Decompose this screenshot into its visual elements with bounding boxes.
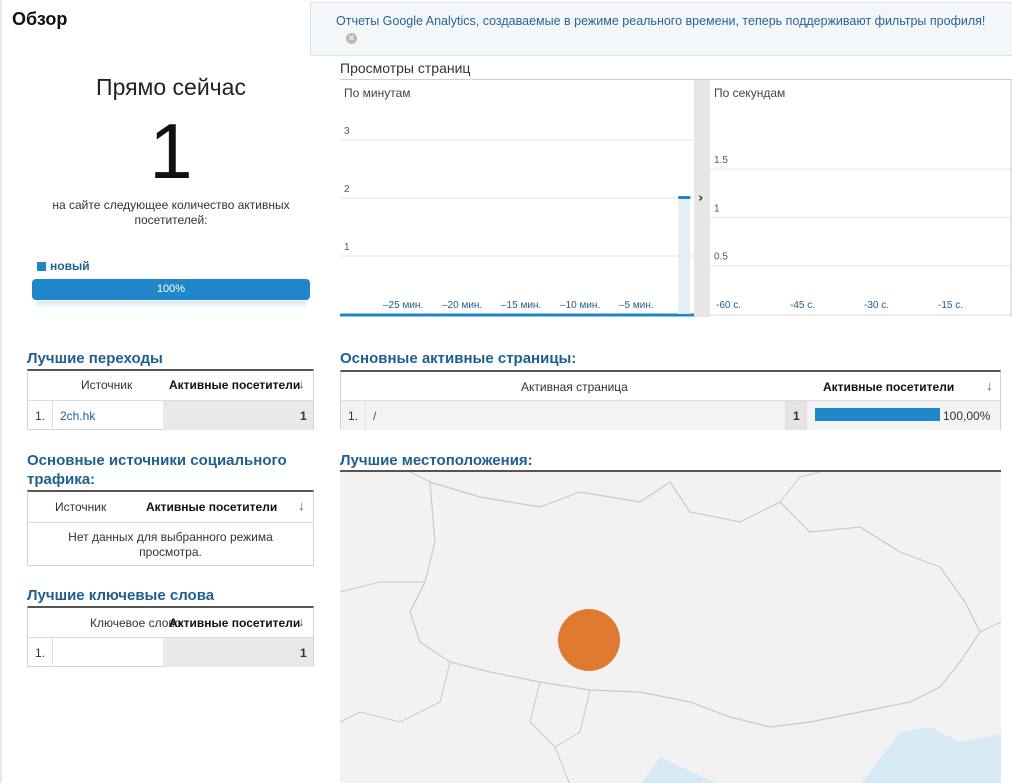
col-active-header[interactable]: Активные посетители — [169, 378, 300, 392]
col-active-header[interactable]: Активные посетители — [146, 500, 277, 514]
keywords-title: Лучшие ключевые слова — [27, 587, 215, 604]
page-share-bar — [815, 408, 940, 421]
map-canvas — [340, 472, 1001, 783]
x-tick-label: –25 мин. — [383, 300, 423, 311]
table-row-shade — [163, 638, 313, 667]
x-tick-label: –20 мин. — [442, 300, 482, 311]
per-minute-label: По минутам — [344, 86, 411, 100]
location-marker[interactable] — [558, 609, 620, 671]
bar-reflection — [36, 301, 306, 309]
notice-text: Отчеты Google Analytics, создаваемые в р… — [336, 14, 986, 28]
sort-desc-icon[interactable]: ↓ — [298, 614, 305, 629]
social-title: Основные источники социального трафика: — [27, 452, 287, 488]
empty-message: Нет данных для выбранного режима просмот… — [68, 530, 273, 559]
right-now-title: Прямо сейчас — [96, 74, 246, 100]
minute-chart: 1 2 3 –25 мин. –20 мин. –15 мин. –10 мин. –5 ми… — [340, 126, 694, 317]
active-page-link[interactable]: / — [373, 409, 376, 423]
x-tick-label: –15 мин. — [501, 300, 541, 311]
active-visitors-description: на сайте следующее количество активных п… — [52, 198, 290, 227]
row-index: 1. — [35, 409, 46, 423]
close-icon[interactable]: ✕ — [346, 33, 357, 44]
bar-value-marker[interactable] — [678, 196, 691, 199]
x-tick-label: -15 с. — [938, 300, 963, 311]
notice-banner: Отчеты Google Analytics, создаваемые в р… — [310, 2, 1012, 56]
row-index: 1. — [35, 646, 46, 660]
x-tick-label: -60 с. — [716, 300, 741, 311]
y-tick-label: 3 — [344, 126, 350, 137]
top-referrals-title: Лучшие переходы — [27, 350, 163, 367]
x-tick-label: –5 мин. — [619, 300, 654, 311]
y-tick-label: 0.5 — [714, 252, 728, 263]
social-table: Источник Активные посетители ↓ Нет данны… — [27, 490, 314, 566]
y-tick-label: 1 — [344, 242, 350, 253]
table-row-shade — [163, 401, 313, 430]
referral-source-link[interactable]: 2ch.hk — [60, 409, 95, 423]
y-tick-label: 1 — [714, 203, 720, 214]
col-page-header[interactable]: Активная страница — [521, 380, 628, 394]
col-source-header[interactable]: Источник — [55, 500, 106, 514]
row-index: 1. — [348, 409, 359, 423]
y-tick-label: 1.5 — [714, 155, 728, 166]
chevron-right-icon[interactable]: › — [698, 191, 703, 206]
pageviews-chart: › По минутам По секундам 1 2 3 –25 мин. –20 … — [340, 80, 1012, 317]
bar-column — [678, 198, 691, 314]
col-active-header[interactable]: Активные посетители — [823, 380, 954, 394]
legend-label-new: новый — [50, 259, 90, 273]
keyword-active-count: 1 — [300, 646, 307, 660]
second-chart: 0.5 1 1.5 -60 с. -45 с. -30 с. -15 с. — [710, 155, 1010, 316]
page-active-count: 1 — [793, 409, 800, 423]
top-pages-table: Активная страница Активные посетители ↓ … — [340, 370, 1001, 430]
legend-swatch-new — [37, 262, 46, 271]
page-share-percent: 100,00% — [943, 409, 991, 423]
col-keyword-header[interactable]: Ключевое слово — [90, 616, 181, 630]
x-tick-label: –10 мин. — [560, 300, 600, 311]
locations-title: Лучшие местоположения: — [340, 452, 533, 469]
pageviews-title: Просмотры страниц — [340, 60, 471, 76]
keywords-table: Ключевое слово Активные посетители ↓ 1. … — [27, 606, 314, 667]
page-title: Обзор — [12, 9, 68, 29]
top-pages-title: Основные активные страницы: — [340, 350, 577, 367]
x-tick-label: -30 с. — [864, 300, 889, 311]
active-visitors-count: 1 — [149, 107, 193, 195]
left-border — [0, 0, 2, 783]
y-tick-label: 2 — [344, 184, 350, 195]
sort-desc-icon[interactable]: ↓ — [986, 378, 993, 393]
top-referrals-table: Источник Активные посетители ↓ 1. 2ch.hk… — [27, 369, 314, 430]
sort-desc-icon[interactable]: ↓ — [298, 498, 305, 513]
locations-map[interactable] — [340, 470, 1001, 783]
sort-desc-icon[interactable]: ↓ — [298, 376, 305, 391]
referral-active-count: 1 — [300, 409, 307, 423]
col-source-header[interactable]: Источник — [81, 378, 132, 392]
new-visitors-bar: 100% — [32, 279, 310, 300]
col-active-header[interactable]: Активные посетители — [169, 616, 300, 630]
per-second-label: По секундам — [714, 86, 785, 100]
x-tick-label: -45 с. — [790, 300, 815, 311]
